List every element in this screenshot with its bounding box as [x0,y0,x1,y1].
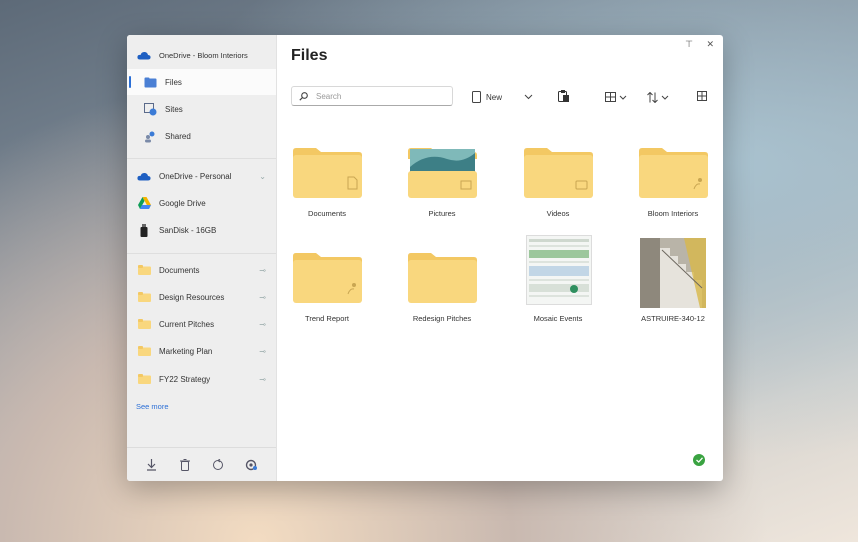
sync-status-badge[interactable] [693,454,705,466]
paste-button[interactable] [558,89,569,105]
sidebar-item-label: Shared [165,131,191,141]
account-name: OneDrive - Bloom Interiors [159,50,248,60]
sidebar-item-google-drive[interactable]: Google Drive [127,190,276,216]
close-icon[interactable]: ✕ [706,39,714,50]
chevron-down-icon[interactable]: ⌄ [259,172,266,181]
sidebar-item-shared[interactable]: Shared [127,123,276,149]
new-dropdown-chevron[interactable] [524,89,533,105]
download-icon[interactable] [145,458,159,472]
folder-icon [293,148,362,198]
search-input[interactable] [314,90,448,102]
photo-thumbnail-icon [640,238,706,308]
sidebar-item-design-resources[interactable]: Design Resources ⊸ [127,284,276,310]
image-folder-icon [408,148,477,198]
sites-icon [143,102,157,116]
folder-icon [137,344,151,358]
folder-icon [137,317,151,331]
settings-icon[interactable] [244,458,258,472]
search-icon [299,91,308,101]
sidebar-item-label: OneDrive - Personal [159,171,232,181]
folder-icon [137,290,151,304]
recycle-bin-icon[interactable] [178,458,192,472]
sidebar-item-label: SanDisk - 16GB [159,225,217,235]
item-label: ASTRUIRE-340-12 [641,314,705,323]
item-label: Documents [308,209,346,218]
shared-folder-icon [293,253,362,303]
item-label: Trend Report [305,314,349,323]
file-item-mosaic-events[interactable]: Mosaic Events [508,235,608,327]
file-item-astruire-photo[interactable]: ASTRUIRE-340-12 [623,235,723,327]
main-pane: Files ⊤ ✕ New [277,35,723,481]
sidebar-item-files[interactable]: Files [127,69,276,95]
sidebar-item-fy22-strategy[interactable]: FY22 Strategy ⊸ [127,366,276,392]
folder-icon [137,263,151,277]
onedrive-icon [137,169,151,183]
files-icon [143,75,157,89]
folder-icon [137,372,151,386]
item-label: Bloom Interiors [647,209,699,218]
sidebar-item-label: FY22 Strategy [159,374,211,384]
sort-icon [647,91,658,103]
sidebar-item-label: Design Resources [159,292,225,302]
see-more-link[interactable]: See more [136,402,169,411]
sidebar-item-sandisk[interactable]: SanDisk - 16GB [127,217,276,243]
item-label: Pictures [428,209,456,218]
sidebar-divider [127,253,276,254]
item-label: Videos [546,209,570,218]
item-label: Mosaic Events [533,314,583,323]
chevron-down-icon [524,93,533,102]
google-drive-icon [137,196,151,210]
clipboard-icon [558,90,569,104]
sidebar-item-sites[interactable]: Sites [127,96,276,122]
sidebar: OneDrive - Bloom Interiors Files Sites S… [127,35,277,481]
pin-icon[interactable]: ⊸ [259,375,266,384]
folder-icon [408,253,477,303]
sidebar-item-label: Sites [165,104,183,114]
folder-item-bloom-interiors[interactable]: Bloom Interiors [623,147,723,222]
sidebar-footer [127,447,276,481]
shared-folder-icon [639,148,708,198]
folder-icon [524,148,593,198]
sidebar-item-label: Marketing Plan [159,346,213,356]
details-pane-button[interactable] [697,89,707,105]
account-header[interactable]: OneDrive - Bloom Interiors [127,42,276,68]
shared-icon [143,129,157,143]
new-button[interactable]: New [472,89,502,105]
details-pane-icon [697,91,707,103]
chevron-down-icon [661,93,669,102]
new-file-icon [472,91,481,103]
usb-drive-icon [137,223,151,237]
sidebar-item-label: Google Drive [159,198,206,208]
folder-item-documents[interactable]: Documents [277,147,377,222]
folder-item-trend-report[interactable]: Trend Report [277,252,377,327]
folder-item-videos[interactable]: Videos [508,147,608,222]
spreadsheet-thumbnail-icon [526,235,592,305]
sort-button[interactable] [647,89,669,105]
pin-icon[interactable]: ⊸ [259,293,266,302]
sidebar-item-documents[interactable]: Documents ⊸ [127,257,276,283]
pin-icon[interactable]: ⊸ [259,320,266,329]
chevron-down-icon [619,93,627,102]
sidebar-item-label: Files [165,77,182,87]
sidebar-item-label: Documents [159,265,200,275]
pin-icon[interactable]: ⊸ [259,347,266,356]
sidebar-item-label: Current Pitches [159,319,215,329]
onedrive-icon [137,48,151,62]
view-button[interactable] [605,89,627,105]
page-title: Files [291,47,328,64]
sidebar-item-current-pitches[interactable]: Current Pitches ⊸ [127,311,276,337]
pin-icon[interactable]: ⊸ [259,266,266,275]
grid-view-icon [605,92,616,102]
folder-item-redesign-pitches[interactable]: Redesign Pitches [392,252,492,327]
item-label: Redesign Pitches [412,314,472,323]
sidebar-item-onedrive-personal[interactable]: OneDrive - Personal ⌄ [127,163,276,189]
pin-window-icon[interactable]: ⊤ [685,39,693,50]
sync-icon[interactable] [211,458,225,472]
sidebar-divider [127,158,276,159]
new-button-label: New [486,92,503,102]
sidebar-item-marketing-plan[interactable]: Marketing Plan ⊸ [127,338,276,364]
folder-item-pictures[interactable]: Pictures [392,147,492,222]
file-explorer-window: OneDrive - Bloom Interiors Files Sites S… [127,35,723,481]
search-box[interactable] [291,86,453,106]
